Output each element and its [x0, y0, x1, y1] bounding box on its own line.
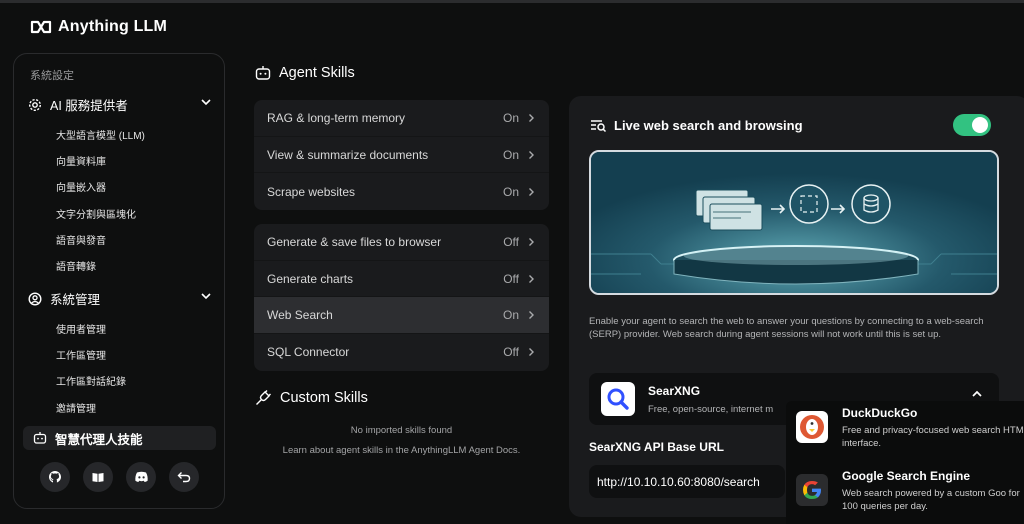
docs-button[interactable] — [83, 462, 113, 492]
web-search-title: Live web search and browsing — [614, 118, 803, 133]
web-search-description: Enable your agent to search the web to a… — [589, 316, 984, 340]
sidebar-item-workspaces[interactable]: 工作區管理 — [56, 347, 106, 362]
web-search-illustration — [589, 150, 999, 295]
chevron-right-icon — [529, 113, 534, 122]
provider-option-description: Web search powered by a custom Goo for 1… — [842, 488, 1020, 512]
web-search-toggle[interactable] — [953, 114, 991, 136]
skill-label: SQL Connector — [267, 345, 350, 360]
skill-row-sql-connector[interactable]: SQL Connector Off — [254, 334, 549, 371]
github-icon — [49, 471, 61, 483]
sidebar-item-vector-db[interactable]: 向量資料庫 — [56, 153, 106, 168]
github-button[interactable] — [40, 462, 70, 492]
provider-option-name: DuckDuckGo — [842, 406, 918, 420]
skill-row-web-search[interactable]: Web Search On — [254, 297, 549, 335]
back-icon — [177, 472, 191, 483]
google-logo-icon — [796, 474, 828, 506]
skill-status: Off — [503, 234, 519, 249]
skill-label: RAG & long-term memory — [267, 110, 406, 125]
chevron-right-icon — [529, 311, 534, 320]
chevron-right-icon — [529, 237, 534, 246]
provider-option-description: Free and privacy-focused web search HTML… — [842, 425, 1024, 449]
settings-sidebar: 系統設定 AI 服務提供者 大型語言模型 (LLM) 向量資料庫 向量嵌入器 文… — [13, 53, 225, 509]
custom-skills-header: Custom Skills — [255, 389, 368, 406]
gear-icon — [28, 98, 42, 111]
skill-row-scrape-websites[interactable]: Scrape websites On — [254, 173, 549, 210]
skill-status: On — [502, 147, 519, 162]
chevron-down-icon — [201, 99, 211, 106]
sidebar-item-embedder[interactable]: 向量嵌入器 — [56, 179, 106, 194]
chevron-right-icon — [529, 187, 534, 196]
app-name: Anything LLM — [58, 18, 168, 35]
user-gear-icon — [28, 291, 42, 306]
discord-icon — [134, 471, 148, 482]
skill-label: Generate charts — [267, 271, 354, 286]
sidebar-section-label: AI 服務提供者 — [50, 99, 128, 113]
anythingllm-logo-icon — [30, 20, 52, 34]
web-search-header: Live web search and browsing — [590, 118, 803, 133]
skill-row-rag-memory[interactable]: RAG & long-term memory On — [254, 100, 549, 137]
sidebar-item-invites[interactable]: 邀請管理 — [56, 400, 96, 415]
agent-docs-link[interactable]: Learn about agent skills in the Anything… — [254, 445, 549, 456]
skill-label: Generate & save files to browser — [267, 234, 442, 249]
duckduckgo-logo-icon — [796, 411, 828, 443]
configurable-skills-group: Generate & save files to browser Off Gen… — [254, 224, 549, 371]
provider-dropdown: DuckDuckGo Free and privacy-focused web … — [786, 401, 1024, 524]
search-list-icon — [591, 119, 607, 132]
api-base-url-label: SearXNG API Base URL — [589, 440, 724, 454]
sidebar-item-llm[interactable]: 大型語言模型 (LLM) — [56, 127, 145, 142]
skill-status: On — [502, 184, 519, 199]
default-skills-group: RAG & long-term memory On View & summari… — [254, 100, 549, 211]
chevron-down-icon — [201, 293, 211, 300]
plug-icon — [256, 390, 271, 405]
skill-row-summarize-documents[interactable]: View & summarize documents On — [254, 137, 549, 174]
sidebar-caption: 系統設定 — [30, 70, 74, 82]
sidebar-section-ai-providers[interactable]: AI 服務提供者 — [28, 95, 212, 114]
skill-row-generate-charts[interactable]: Generate charts Off — [254, 261, 549, 298]
skill-status: On — [502, 308, 519, 323]
chevron-right-icon — [529, 274, 534, 283]
searxng-logo-icon — [601, 382, 635, 416]
robot-icon — [255, 66, 271, 80]
skill-status: Off — [503, 345, 519, 360]
sidebar-item-users[interactable]: 使用者管理 — [56, 321, 106, 336]
sidebar-item-transcription[interactable]: 語音轉錄 — [56, 258, 96, 273]
custom-skills-title: Custom Skills — [280, 389, 368, 406]
provider-option-google[interactable]: Google Search Engine Web search powered … — [796, 464, 1024, 524]
window-top-border — [0, 0, 1024, 3]
provider-option-duckduckgo[interactable]: DuckDuckGo Free and privacy-focused web … — [796, 401, 1024, 461]
custom-skills-empty: No imported skills found — [350, 425, 453, 436]
api-base-url-input[interactable] — [589, 465, 785, 498]
sidebar-item-agent-skills[interactable]: 智慧代理人技能 — [23, 426, 216, 450]
robot-icon — [33, 432, 47, 444]
provider-description: Free, open-source, internet m — [648, 404, 774, 415]
discord-button[interactable] — [126, 462, 156, 492]
chevron-right-icon — [529, 150, 534, 159]
provider-name: SearXNG — [648, 384, 701, 398]
sidebar-section-label: 系統管理 — [50, 293, 101, 307]
chevron-up-icon[interactable] — [971, 389, 983, 399]
skill-label: Web Search — [267, 308, 333, 323]
toggle-knob — [972, 117, 988, 133]
sidebar-item-text-splitter[interactable]: 文字分割與區塊化 — [56, 206, 136, 221]
sidebar-footer — [40, 462, 199, 492]
illustration-graphic — [591, 152, 997, 293]
sidebar-active-label: 智慧代理人技能 — [55, 432, 143, 447]
skill-label: View & summarize documents — [267, 147, 429, 162]
provider-option-name: Google Search Engine — [842, 469, 971, 483]
back-button[interactable] — [169, 462, 199, 492]
app-logo: Anything LLM — [30, 18, 167, 36]
agent-skills-header: Agent Skills — [255, 65, 355, 81]
skill-status: On — [502, 110, 519, 125]
sidebar-item-chat-logs[interactable]: 工作區對話紀錄 — [56, 373, 126, 388]
sidebar-item-voice[interactable]: 語音與發音 — [56, 232, 106, 247]
book-icon — [92, 473, 104, 482]
skill-label: Scrape websites — [267, 184, 356, 199]
chevron-right-icon — [529, 348, 534, 357]
sidebar-section-admin[interactable]: 系統管理 — [28, 289, 212, 308]
skill-status: Off — [503, 271, 519, 286]
skill-row-save-files[interactable]: Generate & save files to browser Off — [254, 224, 549, 261]
agent-skills-title: Agent Skills — [279, 65, 355, 81]
